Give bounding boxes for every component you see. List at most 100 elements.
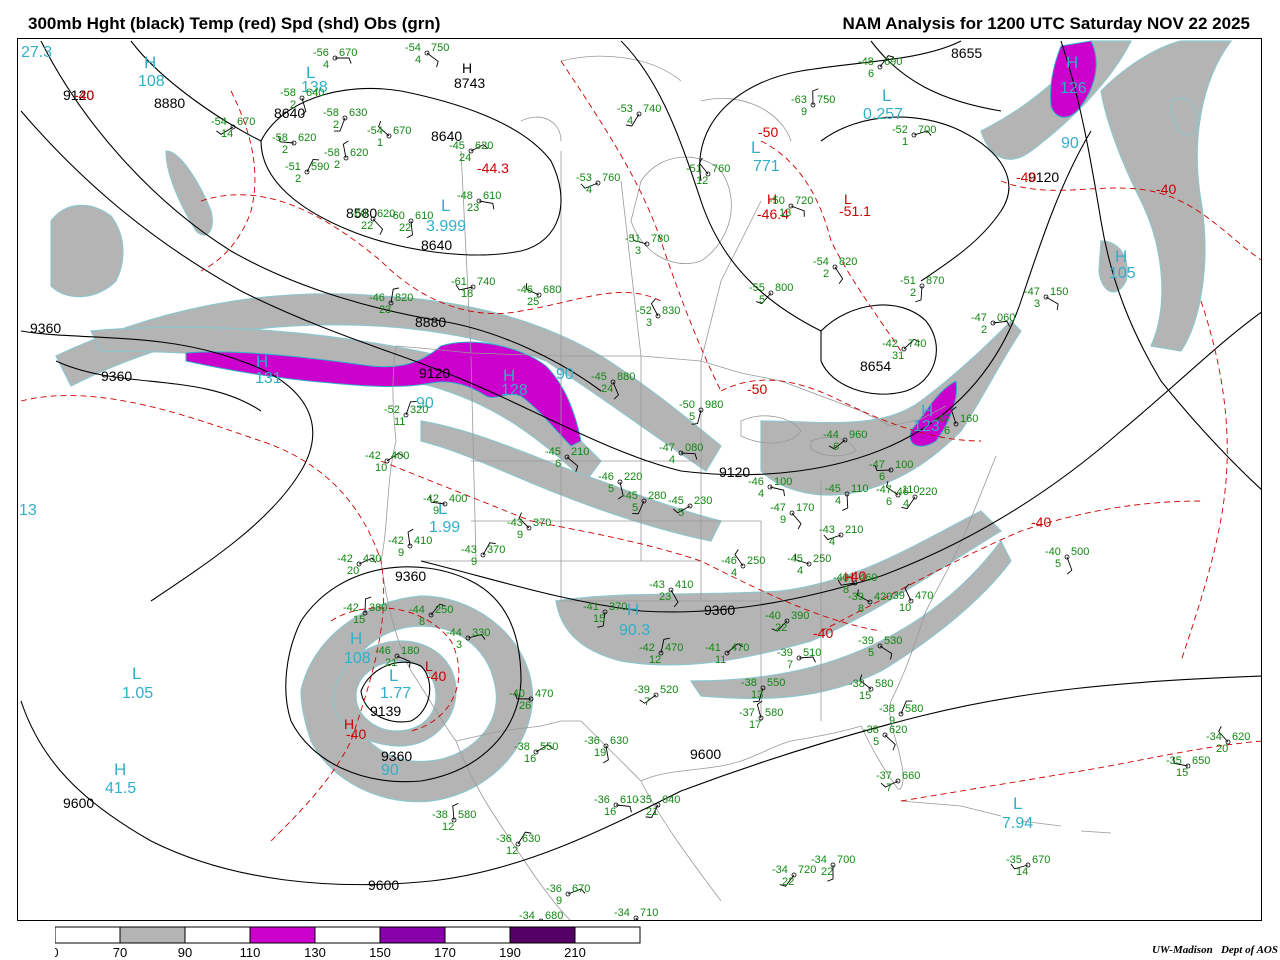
legend-tick: 210 [564,945,586,960]
station-plot: -35 650 15 [1166,755,1210,779]
obs-temperature: -52 [892,124,908,136]
speed-center-value: 1.99 [429,519,460,536]
obs-dewpoint-spread: 6 [879,471,885,483]
wind-barb [342,140,349,159]
obs-temperature: -38 [879,703,895,715]
obs-height: 370 [609,601,627,613]
obs-temperature: -37 [739,707,755,719]
obs-height: 780 [651,233,669,245]
obs-height: 580 [905,703,923,715]
obs-temperature: -45 [787,553,803,565]
obs-dewpoint-spread: 9 [471,556,477,568]
legend-bin [55,926,121,944]
obs-temperature: -34 [772,864,788,876]
station-plot: -58 620 2 [324,140,368,171]
height-label: 8743 [454,75,485,91]
obs-temperature: -60 [389,210,405,222]
obs-height: 670 [393,125,411,137]
legend-tick: 0 [55,945,59,960]
obs-temperature: -47 [869,459,885,471]
obs-dewpoint-spread: 15 [1176,767,1188,779]
obs-temperature: -58 [280,87,296,99]
obs-temperature: -46 [517,284,533,296]
wind-barb [372,218,384,235]
obs-height: 670 [1032,854,1050,866]
obs-height: 210 [571,446,589,458]
obs-height: 690 [884,56,902,68]
obs-temperature: -48 [858,56,874,68]
station-plot: -54 670 1 [367,120,411,149]
obs-temperature: -38 [741,677,757,689]
speed-center-value: 771 [753,158,780,175]
temp-label: -44.3 [477,160,509,176]
obs-dewpoint-spread: 16 [604,806,616,818]
obs-temperature: -42 [365,450,381,462]
obs-dewpoint-spread: 12 [506,845,518,857]
obs-dewpoint-spread: 16 [524,753,536,765]
legend-tick: 110 [240,945,261,960]
obs-temperature: -40 [765,610,781,622]
obs-temperature: -58 [324,147,340,159]
obs-dewpoint-spread: 22 [399,222,411,234]
obs-dewpoint-spread: 4 [835,495,841,507]
height-contour-9600-south [20,675,1261,886]
obs-height: 710 [640,907,658,919]
obs-temperature: -38 [863,724,879,736]
station-plot: -58 630 2 [323,107,367,132]
obs-height: 590 [311,161,329,173]
speed-center-type: L [882,86,891,105]
credit-dept: Dept of AOS [1220,944,1278,956]
obs-height: 620 [1232,731,1250,743]
legend-bin [574,926,641,944]
obs-temperature: -44 [446,627,462,639]
legend-bin [119,926,186,944]
obs-dewpoint-spread: 3 [646,317,652,329]
speed-center-value: 7.94 [1002,815,1033,832]
obs-dewpoint-spread: 5 [759,294,765,306]
obs-temperature: -42 [337,553,353,565]
obs-dewpoint-spread: 22 [775,622,787,634]
temp-label: -40 [1031,514,1051,530]
speed-center-value: 108 [344,650,371,667]
wind-barb [884,734,896,751]
legend-tick: 130 [304,945,326,960]
obs-height: 610 [415,210,433,222]
obs-height: 830 [662,305,680,317]
obs-height: 820 [839,256,857,268]
station-plot: -43 370 9 [461,542,505,568]
obs-temperature: -56 [313,47,329,59]
station-plot: -55 800 5 [749,282,793,306]
temp-label: -40 [813,625,833,641]
legend-tick-labels: 0 70 90 110 130 150 170 190 210 [55,945,586,960]
obs-dewpoint-spread: 22 [361,220,373,232]
obs-temperature: -40 [833,572,849,584]
station-plot: -63 750 9 [791,88,835,118]
temp-label: -40 [74,87,94,103]
obs-dewpoint-spread: 5 [678,507,684,519]
station-plot: -34 70022 [811,854,855,882]
speed-center-value: 105 [1109,265,1136,282]
station-plot: -38 620 5 [863,724,907,751]
obs-height: 640 [662,794,680,806]
obs-height: 750 [817,94,835,106]
obs-height: 980 [705,399,723,411]
obs-temperature: -45 [449,140,465,152]
obs-temperature: -63 [791,94,807,106]
obs-dewpoint-spread: 3 [456,639,462,651]
obs-temperature: -42 [639,642,655,654]
obs-height: 390 [791,610,809,622]
obs-height: 550 [540,741,558,753]
jet-band-southern [555,510,1002,666]
obs-temperature: -47 [659,442,675,454]
wind-barb [478,200,495,210]
station-plot: -48 690 6 [858,55,902,80]
obs-dewpoint-spread: 20 [347,565,359,577]
wind-barb [650,298,659,317]
obs-temperature: -39 [889,590,905,602]
credit-label: UW-Madison Dept of AOS [1152,944,1278,956]
obs-dewpoint-spread: 3 [1034,298,1040,310]
legend-tick: 70 [113,945,127,960]
obs-temperature: -58 [323,107,339,119]
obs-height: 400 [449,493,467,505]
station-plot: -46 680 25 [517,283,561,308]
